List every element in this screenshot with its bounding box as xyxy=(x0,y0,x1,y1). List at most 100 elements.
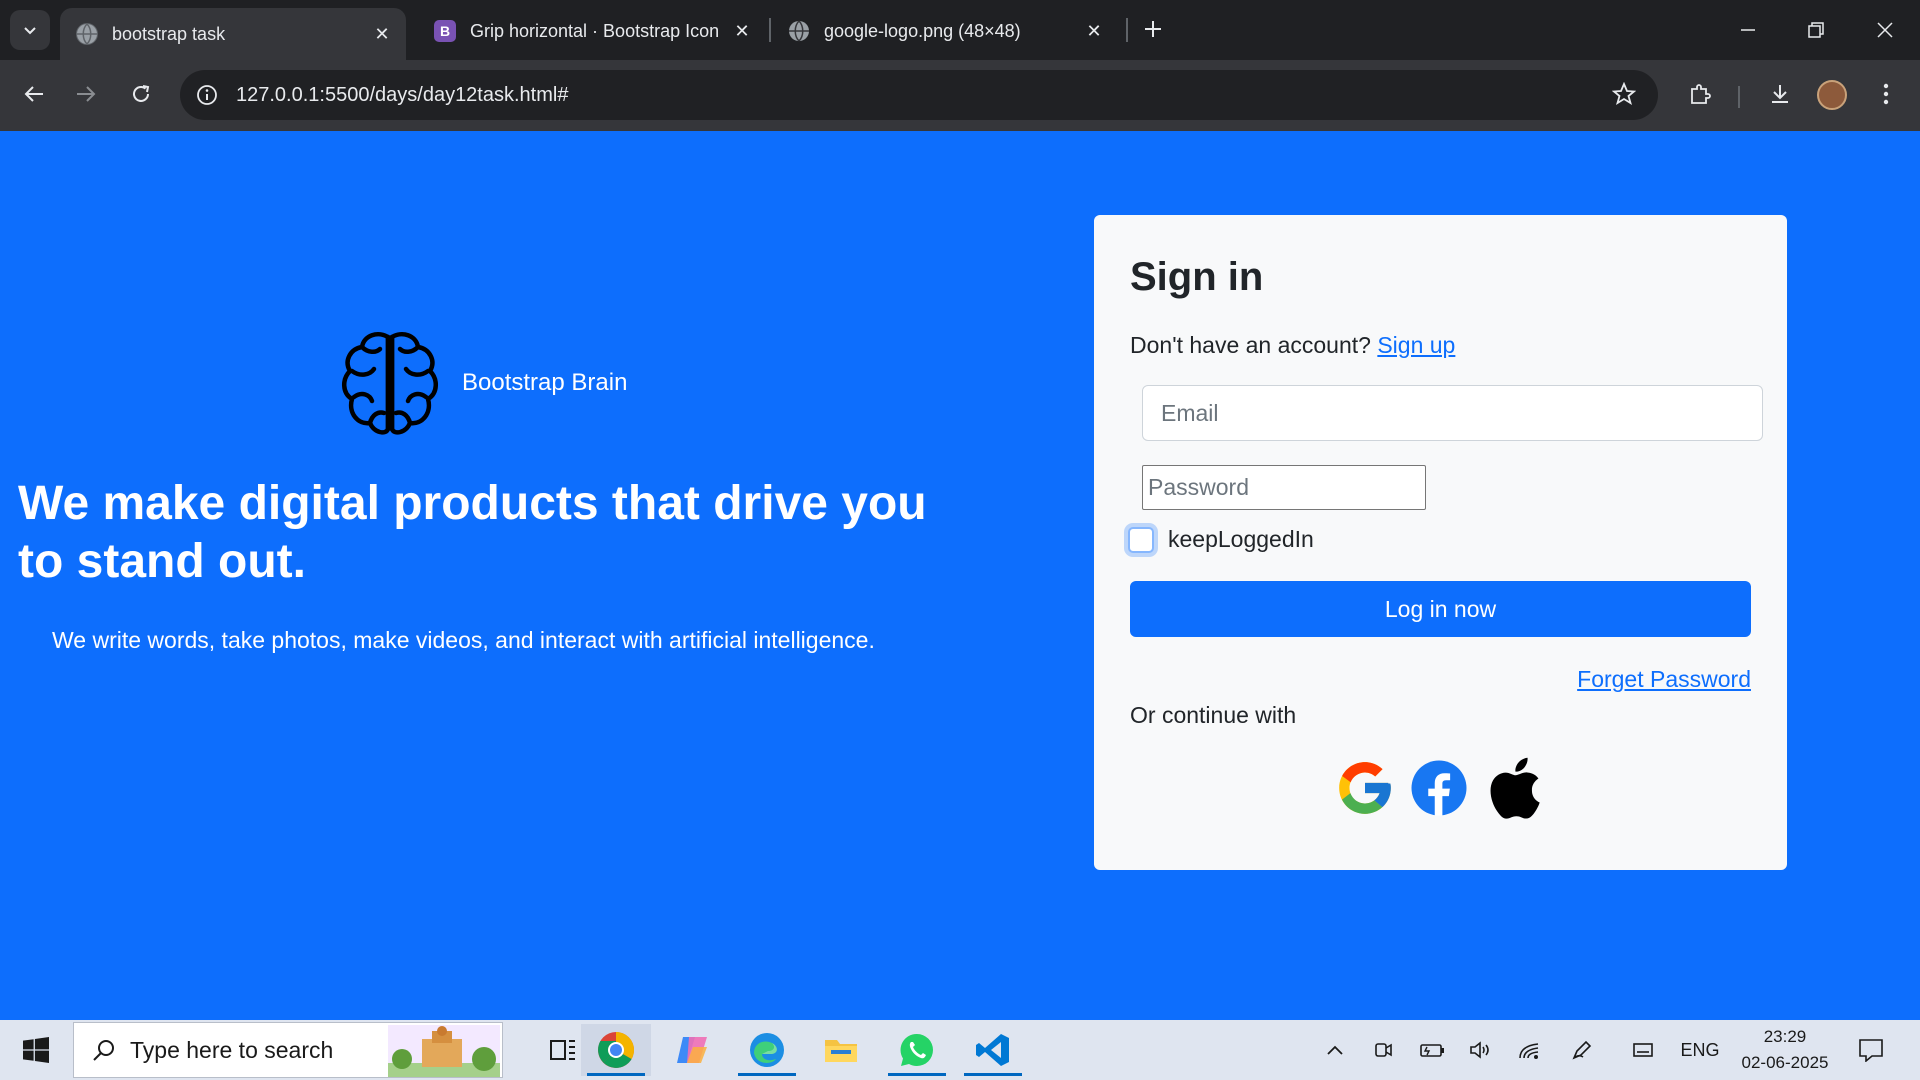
globe-icon xyxy=(788,20,810,42)
tab-separator xyxy=(769,18,771,42)
taskbar: Type here to search ENG 23:29 02-06-2025 xyxy=(0,1020,1920,1080)
battery-icon xyxy=(1420,1044,1444,1057)
chrome-icon xyxy=(598,1032,635,1068)
clock[interactable]: 23:29 02-06-2025 xyxy=(1730,1024,1840,1076)
new-tab-button[interactable] xyxy=(1138,14,1168,44)
download-icon xyxy=(1772,85,1788,103)
page-content: Bootstrap Brain We make digital products… xyxy=(0,131,1920,1020)
restore-button[interactable] xyxy=(1791,10,1841,50)
tab-separator xyxy=(1126,18,1128,42)
login-button[interactable]: Log in now xyxy=(1130,581,1751,637)
close-icon[interactable]: ✕ xyxy=(730,19,754,43)
close-icon[interactable]: ✕ xyxy=(370,22,394,46)
battery-tray[interactable] xyxy=(1417,1034,1447,1066)
search-icon xyxy=(93,1040,114,1061)
profile-avatar[interactable] xyxy=(1817,80,1847,110)
email-field[interactable] xyxy=(1142,385,1763,441)
camera-icon xyxy=(1375,1043,1392,1057)
url-text: 127.0.0.1:5500/days/day12task.html# xyxy=(236,83,569,106)
tab-strip: bootstrap task ✕ B Grip horizontal · Boo… xyxy=(0,0,1920,60)
brand: Bootstrap Brain xyxy=(340,329,627,437)
vscode-icon xyxy=(976,1034,1009,1066)
search-highlight-illustration xyxy=(388,1025,500,1077)
signin-card: Sign in Don't have an account? Sign up k… xyxy=(1094,215,1787,870)
tab-title: Grip horizontal · Bootstrap Icon xyxy=(470,20,720,41)
toolbar-divider xyxy=(1738,86,1740,108)
bootstrap-icon: B xyxy=(434,20,456,42)
touch-keyboard-tray[interactable] xyxy=(1629,1034,1657,1066)
signin-title: Sign in xyxy=(1130,255,1264,299)
keep-logged-in-row: keepLoggedIn xyxy=(1128,526,1314,553)
minimize-button[interactable] xyxy=(1723,10,1773,50)
keep-logged-in-checkbox[interactable] xyxy=(1128,526,1154,553)
whatsapp-icon xyxy=(900,1033,933,1067)
wifi-icon xyxy=(1519,1043,1539,1059)
signup-link[interactable]: Sign up xyxy=(1377,332,1455,358)
globe-icon xyxy=(76,23,98,45)
language-indicator[interactable]: ENG xyxy=(1678,1034,1722,1066)
google-login-button[interactable] xyxy=(1334,755,1396,821)
downloads-button[interactable] xyxy=(1760,74,1800,114)
taskbar-edge[interactable] xyxy=(732,1024,802,1076)
brain-icon xyxy=(342,332,438,435)
volume-tray[interactable] xyxy=(1467,1034,1495,1066)
folder-icon xyxy=(825,1040,857,1062)
edge-icon xyxy=(750,1033,784,1067)
taskbar-file-explorer[interactable] xyxy=(806,1024,876,1076)
reload-button[interactable] xyxy=(121,74,161,114)
notification-icon xyxy=(1859,1039,1883,1062)
taskbar-chrome[interactable] xyxy=(581,1024,651,1076)
hero-headline: We make digital products that drive you … xyxy=(18,477,927,588)
menu-button[interactable] xyxy=(1866,74,1906,114)
tab-grip-horizontal[interactable]: B Grip horizontal · Bootstrap Icon ✕ xyxy=(418,8,766,54)
taskbar-search[interactable]: Type here to search xyxy=(73,1022,503,1078)
reload-icon xyxy=(133,85,150,102)
start-button[interactable] xyxy=(14,1032,58,1068)
show-hidden-icons[interactable] xyxy=(1322,1034,1348,1066)
hero-subline: We write words, take photos, make videos… xyxy=(52,627,875,653)
notifications-button[interactable] xyxy=(1856,1034,1886,1066)
close-icon[interactable]: ✕ xyxy=(1082,19,1106,43)
brand-name: Bootstrap Brain xyxy=(462,369,628,396)
clock-date: 02-06-2025 xyxy=(1741,1053,1829,1072)
password-field[interactable] xyxy=(1142,465,1426,510)
address-bar[interactable]: 127.0.0.1:5500/days/day12task.html# xyxy=(180,70,1658,120)
clock-time: 23:29 xyxy=(1763,1027,1807,1046)
chevron-down-icon xyxy=(24,27,36,35)
facebook-icon xyxy=(1411,760,1467,816)
signup-prompt: Don't have an account? Sign up xyxy=(1130,332,1455,359)
pen-tray[interactable] xyxy=(1568,1034,1596,1066)
keyboard-icon xyxy=(1633,1043,1653,1057)
site-info-icon[interactable] xyxy=(192,80,222,110)
forward-button[interactable] xyxy=(66,74,106,114)
meet-now-tray[interactable] xyxy=(1370,1034,1396,1066)
minimize-icon xyxy=(1741,29,1755,31)
taskbar-vscode[interactable] xyxy=(958,1024,1028,1076)
speaker-icon xyxy=(1470,1041,1489,1059)
search-placeholder: Type here to search xyxy=(130,1036,334,1063)
bookmark-star-icon[interactable] xyxy=(1611,81,1637,113)
kebab-menu-icon xyxy=(1883,83,1889,105)
network-tray[interactable] xyxy=(1516,1034,1544,1066)
arrow-right-icon xyxy=(77,86,96,102)
forget-password-link[interactable]: Forget Password xyxy=(1577,666,1751,693)
copilot-icon xyxy=(677,1037,707,1063)
google-icon xyxy=(1339,762,1391,814)
tab-bootstrap-task[interactable]: bootstrap task ✕ xyxy=(60,8,406,60)
chevron-up-icon xyxy=(1327,1045,1343,1055)
apple-login-button[interactable] xyxy=(1482,755,1544,821)
back-button[interactable] xyxy=(14,74,54,114)
taskbar-copilot[interactable] xyxy=(657,1024,727,1076)
extensions-button[interactable] xyxy=(1680,74,1720,114)
tab-search-button[interactable] xyxy=(10,10,50,50)
taskbar-whatsapp[interactable] xyxy=(882,1024,952,1076)
facebook-login-button[interactable] xyxy=(1408,755,1470,821)
task-view-icon xyxy=(550,1040,575,1060)
restore-icon xyxy=(1808,22,1824,38)
arrow-left-icon xyxy=(24,86,43,102)
puzzle-icon xyxy=(1691,84,1711,104)
browser-toolbar: 127.0.0.1:5500/days/day12task.html# xyxy=(0,60,1920,131)
close-window-button[interactable] xyxy=(1860,10,1910,50)
continue-with-text: Or continue with xyxy=(1130,702,1297,728)
tab-google-logo[interactable]: google-logo.png (48×48) ✕ xyxy=(772,8,1118,54)
